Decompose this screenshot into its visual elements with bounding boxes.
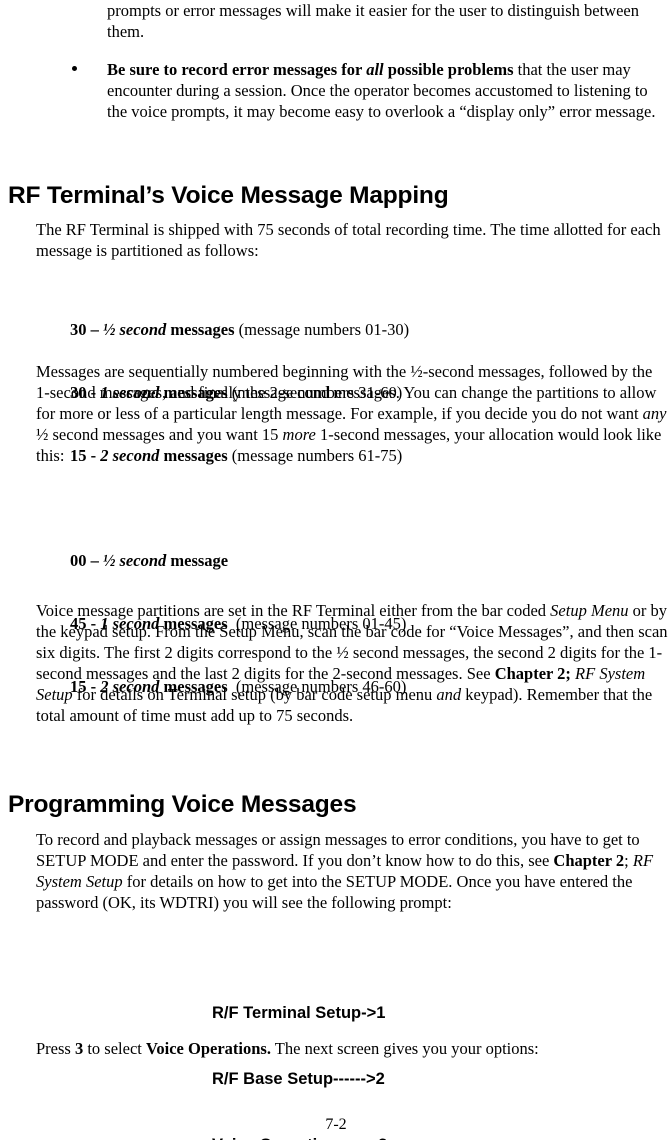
allocation-count: 00 [70,551,87,570]
programming-part-2: ; [624,851,633,870]
allocation-duration: ½ second [103,551,167,570]
allocation-noun: messages [166,320,235,339]
bullet-item-text: Be sure to record error messages for all… [107,59,669,122]
allocation-separator: – [86,320,103,339]
explanation-part-2: ½ second messages and you want 15 [36,425,283,444]
bullet-lead-bold-italic: all [366,60,384,79]
programming-part-1: To record and playback messages or assig… [36,830,640,870]
allocation-range: (message numbers 01-30) [234,320,410,339]
closing-part-2: to select [83,1039,146,1058]
partitions-bold-chapter-2: Chapter 2; [494,664,571,683]
mapping-intro-paragraph: The RF Terminal is shipped with 75 secon… [36,219,661,261]
intro-paragraph: prompts or error messages will make it e… [107,0,669,42]
programming-paragraph: To record and playback messages or assig… [36,829,664,913]
explanation-part-1: Messages are sequentially numbered begin… [36,362,657,423]
allocation-duration: ½ second [103,320,167,339]
document-page: prompts or error messages will make it e… [0,0,672,1140]
allocation-noun: message [166,551,229,570]
explanation-italic-any: any [642,404,667,423]
bullet-list-item: Be sure to record error messages for all… [72,59,669,122]
section-heading-voice-message-mapping: RF Terminal’s Voice Message Mapping [8,182,449,209]
section-heading-programming-voice-messages-text: Programming Voice Messages [8,791,357,818]
closing-bold-voice-operations: Voice Operations. [146,1039,271,1058]
partitions-part-4: for details on Terminal setup (by bar co… [72,685,437,704]
section-heading-programming-voice-messages: Programming Voice Messages [8,791,357,818]
closing-paragraph: Press 3 to select Voice Operations. The … [36,1038,672,1059]
terminal-prompt-line: R/F Base Setup------>2 [212,1070,385,1088]
mapping-intro-paragraph-text: The RF Terminal is shipped with 75 secon… [36,220,661,260]
bullet-dot-icon [72,66,77,71]
mapping-explanation-paragraph: Messages are sequentially numbered begin… [36,361,669,466]
allocation-count: 30 [70,320,87,339]
closing-bold-3: 3 [74,1039,84,1058]
terminal-prompt-line: Voice Operations---->3 [212,1134,387,1140]
partitions-part-1: Voice message partitions are set in the … [36,601,551,620]
page-number-footer: 7-2 [286,1116,386,1134]
intro-paragraph-text: prompts or error messages will make it e… [107,1,639,41]
partitions-italic-and: and [436,685,462,704]
allocation-separator: – [86,551,103,570]
programming-bold-chapter-2: Chapter 2 [553,851,625,870]
page-number-text: 7-2 [325,1116,347,1133]
partitions-paragraph: Voice message partitions are set in the … [36,600,670,726]
allocation-row: 30 – ½ second messages (message numbers … [70,319,409,340]
allocation-row: 00 – ½ second message [70,550,406,571]
section-heading-voice-message-mapping-text: RF Terminal’s Voice Message Mapping [8,182,449,209]
closing-part-3: The next screen gives you your options: [270,1039,539,1058]
programming-part-3: for details on how to get into the SETUP… [36,872,633,912]
terminal-prompt-line: R/F Terminal Setup->1 [212,1004,386,1022]
closing-part-1: Press [36,1039,75,1058]
bullet-lead-bold-2: possible problems [383,60,514,79]
partitions-italic-setup-menu: Setup Menu [550,601,629,620]
bullet-lead-bold-1: Be sure to record error messages for [107,60,367,79]
explanation-italic-more: more [282,425,316,444]
